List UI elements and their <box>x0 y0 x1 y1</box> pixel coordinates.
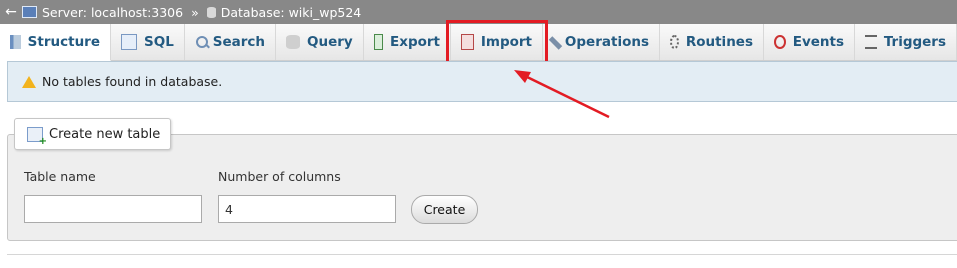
server-label[interactable]: Server: localhost:3306 <box>42 5 183 20</box>
tab-routines[interactable]: Routines <box>660 24 764 60</box>
tab-import[interactable]: Import <box>451 24 543 60</box>
tab-events[interactable]: Events <box>764 24 855 60</box>
tab-export[interactable]: Export <box>364 24 451 60</box>
search-icon <box>195 35 208 49</box>
server-icon <box>22 6 37 18</box>
tab-query[interactable]: Query <box>276 24 364 60</box>
tab-import-label: Import <box>480 34 532 50</box>
import-icon <box>461 34 474 50</box>
notice-text: No tables found in database. <box>42 74 223 89</box>
divider <box>7 254 957 255</box>
clock-icon <box>774 35 786 49</box>
routines-icon <box>670 35 679 49</box>
create-table-title: Create new table <box>49 126 161 142</box>
wrench-icon <box>548 36 563 50</box>
database-label[interactable]: Database: wiki_wp524 <box>221 5 362 20</box>
table-name-label: Table name <box>24 169 96 184</box>
tab-sql-label: SQL <box>144 34 174 50</box>
create-button[interactable]: Create <box>411 195 478 224</box>
breadcrumb-database[interactable]: Database: wiki_wp524 <box>206 5 362 20</box>
breadcrumb-separator: » <box>191 4 199 20</box>
back-arrow-icon[interactable]: ← <box>0 4 22 20</box>
tab-export-label: Export <box>390 34 440 50</box>
create-table-panel <box>7 134 957 241</box>
columns-input[interactable] <box>218 195 396 223</box>
tab-search[interactable]: Search <box>185 24 276 60</box>
create-table-legend: Create new table <box>14 118 172 150</box>
tab-structure[interactable]: Structure <box>0 24 111 61</box>
tab-operations-label: Operations <box>564 34 649 50</box>
tab-operations[interactable]: Operations <box>543 24 660 60</box>
tab-triggers[interactable]: Triggers <box>855 24 957 60</box>
tab-triggers-label: Triggers <box>883 34 946 50</box>
breadcrumb: ← Server: localhost:3306 » Database: wik… <box>0 0 957 24</box>
columns-label: Number of columns <box>218 169 341 184</box>
tab-search-label: Search <box>212 34 265 50</box>
query-icon <box>286 35 300 49</box>
warning-icon <box>22 75 36 88</box>
table-name-input[interactable] <box>24 195 202 223</box>
sql-icon <box>121 34 137 50</box>
new-table-icon <box>27 126 47 147</box>
notice-message: No tables found in database. <box>7 61 957 102</box>
tab-sql[interactable]: SQL <box>111 24 185 60</box>
structure-icon <box>10 35 21 49</box>
triggers-icon <box>865 35 877 49</box>
breadcrumb-server[interactable]: Server: localhost:3306 <box>22 5 183 20</box>
tab-structure-label: Structure <box>27 34 100 50</box>
tab-bar: Structure SQL Search Query Export Import… <box>0 24 957 61</box>
export-icon <box>374 34 384 50</box>
tab-events-label: Events <box>792 34 844 50</box>
database-icon <box>206 6 216 18</box>
tab-routines-label: Routines <box>685 34 753 50</box>
tab-query-label: Query <box>307 34 353 50</box>
